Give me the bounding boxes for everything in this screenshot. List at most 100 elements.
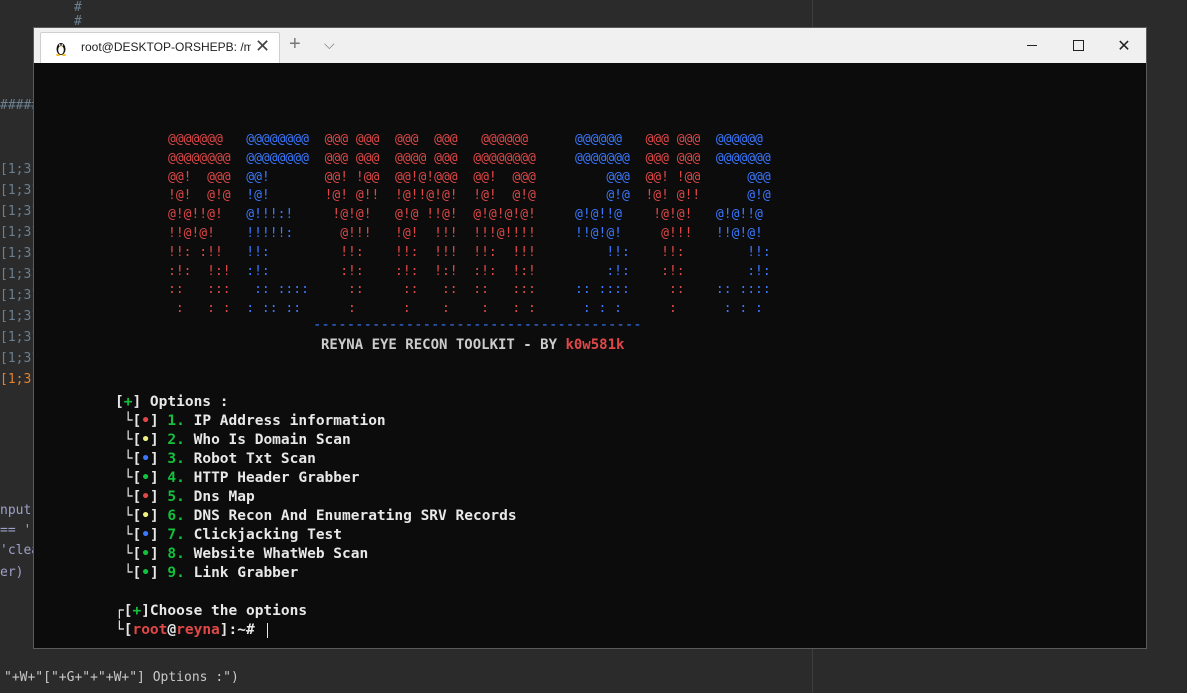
option-label: Who Is Domain Scan: [193, 432, 351, 448]
terminal-window[interactable]: root@DESKTOP-ORSHEPB: /mnt ✕ + ⌵ ✕ @@@@@…: [33, 27, 1147, 649]
option-item[interactable]: └[•] 9. Link Grabber: [115, 565, 299, 581]
ascii-art-segment: : : :: [715, 301, 763, 317]
option-label: IP Address information: [193, 413, 386, 429]
maximize-icon: [1072, 40, 1084, 51]
tab-dropdown-chevron-icon[interactable]: ⌵: [324, 36, 335, 53]
option-bullet-icon: •: [141, 527, 150, 543]
option-space: [185, 508, 194, 524]
option-item[interactable]: └[•] 6. DNS Recon And Enumerating SRV Re…: [115, 508, 517, 524]
option-bracket-close: ]: [149, 432, 168, 448]
ascii-art-segment: :!:: [575, 263, 646, 279]
options-header-open: [: [115, 394, 124, 410]
option-space: [185, 451, 194, 467]
option-bracket-close: ]: [149, 508, 168, 524]
ascii-art-segment: :: [645, 301, 716, 317]
ascii-art-segment: !!:: [575, 244, 646, 260]
ascii-art-row: :!: !:! :!: :!: :!: !:! :!: !:! :!: :!: …: [168, 263, 771, 282]
ascii-art-segment: @@@: [715, 169, 771, 185]
option-bracket-close: ]: [149, 470, 168, 486]
ascii-art-segment: @!!!: [645, 225, 716, 241]
option-bullet-icon: •: [141, 432, 150, 448]
ascii-art-row: @!@!!@! @!!!:! !@!@! @!@ !!@! @!@!@!@! @…: [168, 206, 771, 225]
ascii-art-segment: !!: :!!: [168, 244, 247, 260]
option-label: Clickjacking Test: [193, 527, 343, 543]
option-bullet-icon: •: [141, 489, 150, 505]
ascii-art-segment: @!!!:!: [246, 207, 325, 223]
ascii-art-row: @@! @@@ @@! @@! !@@ @@!@!@@@ @@! @@@ @@@…: [168, 169, 771, 188]
option-tree-prefix: └[: [115, 565, 142, 581]
option-bracket-close: ]: [149, 489, 168, 505]
option-item[interactable]: └[•] 7. Clickjacking Test: [115, 527, 342, 543]
option-item[interactable]: └[•] 4. HTTP Header Grabber: [115, 470, 360, 486]
options-header: [+] Options :: [115, 394, 229, 410]
prompt-prefix: └[: [115, 622, 133, 638]
maximize-button[interactable]: [1055, 28, 1101, 63]
ascii-art-segment: ::: [645, 282, 716, 298]
ascii-art-row: !!@!@! !!!!!: @!!! !@! !!! !!!@!!!! !!@!…: [168, 225, 771, 244]
option-bracket-close: ]: [149, 413, 168, 429]
option-number: 7.: [167, 527, 185, 543]
ascii-art-segment: @@@@@@@@: [168, 150, 247, 166]
banner-text: REYNA EYE RECON TOOLKIT - BY: [321, 337, 566, 353]
option-bullet-icon: •: [141, 546, 150, 562]
terminal-content[interactable]: @@@@@@@ @@@@@@@@ @@@ @@@ @@@ @@@ @@@ @@@ …: [34, 63, 1146, 648]
linux-penguin-icon: [56, 43, 66, 56]
ascii-art-row: @@@@@@@@ @@@@@@@@ @@@ @@@ @@@@ @@@ @@@@@…: [168, 150, 771, 169]
editor-code-line: [1;3: [0, 372, 32, 387]
ascii-art-segment: @@! !@@: [645, 169, 716, 185]
editor-code-line: == ': [0, 523, 32, 538]
ascii-art-segment: !@!: [246, 188, 325, 204]
option-number: 2.: [167, 432, 185, 448]
ascii-art-segment: :!:: [715, 263, 771, 279]
option-bullet-icon: •: [141, 470, 150, 486]
option-number: 5.: [167, 489, 185, 505]
option-bracket-close: ]: [149, 565, 168, 581]
option-label: Dns Map: [193, 489, 255, 505]
ascii-art-segment: :!:: [246, 263, 325, 279]
ascii-art-segment: !@! @!! !@!!@!@! !@! @!@: [324, 188, 576, 204]
title-bar[interactable]: root@DESKTOP-ORSHEPB: /mnt ✕ + ⌵ ✕: [34, 28, 1146, 63]
option-label: Link Grabber: [193, 565, 299, 581]
option-bracket-close: ]: [149, 451, 168, 467]
close-window-button[interactable]: ✕: [1101, 28, 1147, 63]
terminal-tab[interactable]: root@DESKTOP-ORSHEPB: /mnt ✕: [40, 32, 280, 63]
option-item[interactable]: └[•] 1. IP Address information: [115, 413, 386, 429]
ascii-art-segment: @@! !@@ @@!@!@@@ @@! @@@: [324, 169, 576, 185]
tab-close-icon[interactable]: ✕: [255, 36, 270, 57]
option-bullet-icon: •: [141, 413, 150, 429]
minimize-icon: [1027, 45, 1037, 46]
ascii-art-segment: @@! @@@: [168, 169, 247, 185]
option-bracket-close: ]: [149, 527, 168, 543]
ascii-art-segment: !@!@! @!@ !!@! @!@!@!@!: [324, 207, 576, 223]
option-item[interactable]: └[•] 2. Who Is Domain Scan: [115, 432, 351, 448]
option-bullet-icon: •: [141, 451, 150, 467]
option-item[interactable]: └[•] 5. Dns Map: [115, 489, 255, 505]
option-number: 9.: [167, 565, 185, 581]
ascii-art-segment: @@@@@@@@: [246, 132, 325, 147]
ascii-art-segment: :: :::: [168, 282, 247, 298]
choose-prefix: ┌[: [115, 603, 133, 619]
prompt-user: root: [132, 622, 168, 638]
shell-prompt[interactable]: └[root@reyna]:~#: [115, 622, 269, 638]
ascii-art-segment: !!@!@!: [575, 225, 646, 241]
option-item[interactable]: └[•] 3. Robot Txt Scan: [115, 451, 316, 467]
ascii-art-segment: @!@: [575, 188, 646, 204]
minimize-button[interactable]: [1009, 28, 1055, 63]
ascii-art-segment: @@@ @@@: [645, 132, 716, 147]
ascii-art-segment: !!@!@!: [168, 225, 247, 241]
new-tab-plus-icon[interactable]: +: [289, 33, 301, 56]
option-item[interactable]: └[•] 8. Website WhatWeb Scan: [115, 546, 369, 562]
banner-author: k0w581k: [565, 337, 625, 353]
ascii-art-row: :: ::: :: :::: :: :: :: :: ::: :: :::: :…: [168, 281, 771, 300]
ascii-art-segment: @@@ @@@ @@@ @@@ @@@@@@: [324, 132, 576, 147]
ascii-art-row: @@@@@@@ @@@@@@@@ @@@ @@@ @@@ @@@ @@@@@@ …: [168, 131, 771, 150]
ascii-art-segment: @@@@@@@: [715, 150, 771, 166]
ascii-art-segment: @@@ @@@: [645, 150, 716, 166]
option-label: HTTP Header Grabber: [193, 470, 360, 486]
option-space: [185, 432, 194, 448]
text-cursor: [267, 622, 269, 638]
option-bullet-icon: •: [141, 508, 150, 524]
option-number: 4.: [167, 470, 185, 486]
toolkit-banner: REYNA EYE RECON TOOLKIT - BY k0w581k: [321, 337, 624, 353]
ascii-art-segment: @@@ @@@ @@@@ @@@ @@@@@@@@: [324, 150, 576, 166]
